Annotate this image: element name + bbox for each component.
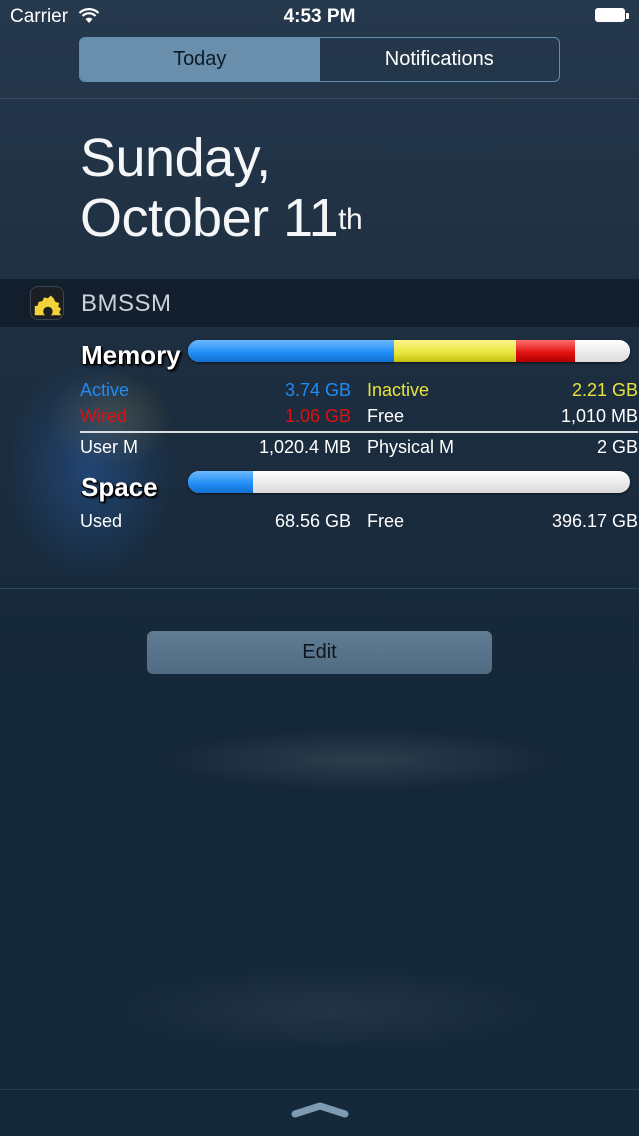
date-weekday: Sunday, xyxy=(80,128,271,188)
free-space-label: Free xyxy=(367,511,405,531)
widget-app-name: BMSSM xyxy=(81,290,172,317)
status-bar: Carrier 4:53 PM xyxy=(0,0,639,34)
memory-bar-active xyxy=(188,340,395,362)
wired-value: 1.06 GB xyxy=(284,406,351,426)
free-space-value: 396.17 GB xyxy=(551,511,638,531)
chevron-up-icon[interactable] xyxy=(291,1102,349,1118)
space-heading: Space xyxy=(81,472,158,502)
memory-separator xyxy=(80,431,638,433)
space-usage-bar xyxy=(188,471,630,493)
free-memory-value: 1,010 MB xyxy=(560,406,638,426)
physical-memory-value: 2 GB xyxy=(596,437,638,457)
active-label: Active xyxy=(80,380,130,400)
space-bar-used xyxy=(188,471,253,493)
physical-memory-label: Physical M xyxy=(367,437,455,457)
used-space-label: Used xyxy=(80,511,123,531)
gear-icon xyxy=(34,295,62,317)
inactive-label: Inactive xyxy=(367,380,430,400)
clock: 4:53 PM xyxy=(283,6,356,27)
user-memory-value: 1,020.4 MB xyxy=(258,437,351,457)
bottom-divider xyxy=(0,1089,639,1090)
tab-notifications[interactable]: Notifications xyxy=(320,38,560,81)
edit-button[interactable]: Edit xyxy=(147,631,492,674)
date-suffix: th xyxy=(338,203,363,236)
memory-bar-free xyxy=(575,340,630,362)
wired-label: Wired xyxy=(80,406,128,426)
date-heading: Sunday, October 11th xyxy=(80,128,363,248)
battery-icon xyxy=(595,8,629,24)
memory-bar-wired xyxy=(516,340,576,362)
memory-bar-inactive xyxy=(394,340,517,362)
inactive-value: 2.21 GB xyxy=(571,380,638,400)
date-month-day: October 11th xyxy=(80,188,363,248)
user-memory-label: User M xyxy=(80,437,138,457)
memory-heading: Memory xyxy=(81,340,181,370)
active-value: 3.74 GB xyxy=(284,380,351,400)
used-space-value: 68.56 GB xyxy=(274,511,351,531)
app-icon xyxy=(30,286,64,320)
header-divider xyxy=(0,98,639,99)
memory-usage-bar xyxy=(188,340,630,362)
free-memory-label: Free xyxy=(367,406,405,426)
today-notifications-segmented-control: Today Notifications xyxy=(79,37,560,82)
tab-today[interactable]: Today xyxy=(80,38,320,81)
widget-divider xyxy=(0,588,639,589)
